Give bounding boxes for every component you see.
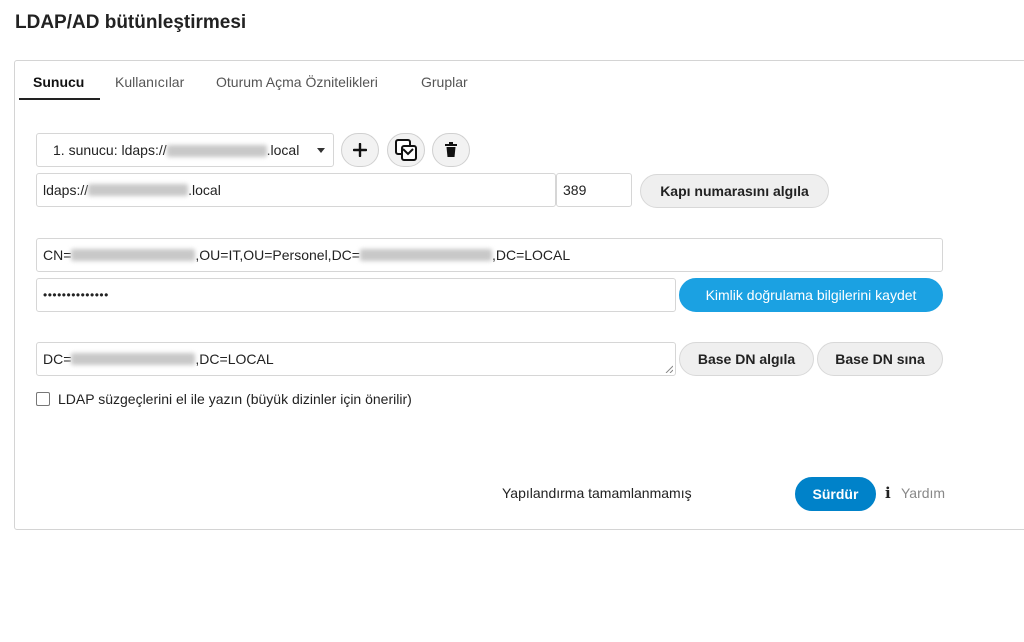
tab-server[interactable]: Sunucu	[33, 74, 84, 90]
host-input[interactable]: ldaps://.local	[36, 173, 556, 207]
page-title: LDAP/AD bütünleştirmesi	[15, 12, 247, 33]
manual-filter-checkbox[interactable]	[36, 392, 50, 406]
add-server-button[interactable]	[341, 133, 379, 167]
base-dn-textarea[interactable]: DC= ,DC=LOCAL	[36, 342, 676, 376]
copy-configuration-button[interactable]	[387, 133, 425, 167]
tab-groups[interactable]: Gruplar	[421, 74, 468, 90]
resize-handle-icon[interactable]	[665, 365, 673, 373]
test-base-dn-button[interactable]: Base DN sına	[817, 342, 943, 376]
detect-base-dn-button[interactable]: Base DN algıla	[679, 342, 814, 376]
delete-configuration-button[interactable]	[432, 133, 470, 167]
continue-button[interactable]: Sürdür	[795, 477, 876, 511]
chevron-down-icon	[317, 147, 325, 153]
detect-port-button[interactable]: Kapı numarasını algıla	[640, 174, 829, 208]
user-dn-input[interactable]: CN= ,OU=IT,OU=Personel,DC= ,DC=LOCAL	[36, 238, 943, 272]
active-tab-indicator	[19, 98, 100, 100]
configuration-status: Yapılandırma tamamlanmamış	[502, 485, 692, 501]
server-select[interactable]: 1. sunucu: ldaps://.local	[36, 133, 334, 167]
info-icon: i	[885, 484, 891, 502]
trash-icon	[445, 142, 457, 157]
server-select-value: 1. sunucu: ldaps://.local	[53, 142, 300, 158]
copy-icon	[395, 139, 417, 161]
plus-icon	[353, 143, 367, 157]
tab-users[interactable]: Kullanıcılar	[115, 74, 184, 90]
tab-login-attributes[interactable]: Oturum Açma Öznitelikleri	[216, 74, 378, 90]
manual-filter-label[interactable]: LDAP süzgeçlerini el ile yazın (büyük di…	[58, 391, 412, 407]
port-input[interactable]: 389	[556, 173, 632, 207]
password-input[interactable]: ••••••••••••••	[36, 278, 676, 312]
help-link[interactable]: Yardım	[901, 485, 945, 501]
save-credentials-button[interactable]: Kimlik doğrulama bilgilerini kaydet	[679, 278, 943, 312]
